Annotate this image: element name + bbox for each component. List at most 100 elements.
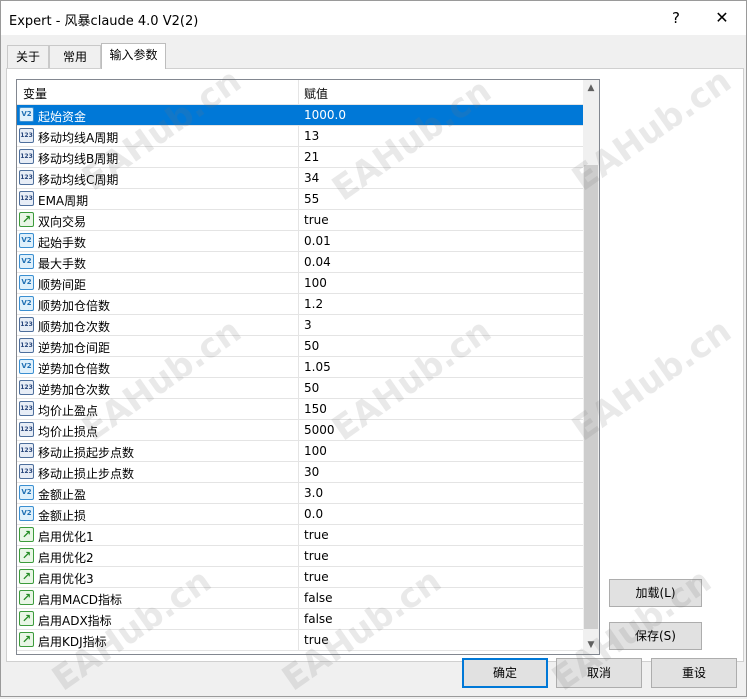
table-row[interactable]: V2 逆势加仓倍数 1.05 bbox=[17, 357, 583, 378]
tab-about[interactable]: 关于 bbox=[7, 45, 49, 68]
icon-glyph: 123 bbox=[20, 174, 33, 181]
variable-cell[interactable]: 123 移动均线B周期 bbox=[17, 147, 299, 167]
variable-cell[interactable]: V2 金额止损 bbox=[17, 504, 299, 524]
variable-cell[interactable]: 123 移动均线A周期 bbox=[17, 126, 299, 146]
table-row[interactable]: 123 均价止盈点 150 bbox=[17, 399, 583, 420]
variable-cell[interactable]: ↗ 启用优化1 bbox=[17, 525, 299, 545]
variable-cell[interactable]: ↗ 启用ADX指标 bbox=[17, 609, 299, 629]
table-row[interactable]: V2 起始手数 0.01 bbox=[17, 231, 583, 252]
value-cell[interactable]: 0.01 bbox=[304, 234, 331, 248]
variable-cell[interactable]: 123 移动止损起步点数 bbox=[17, 441, 299, 461]
vertical-scrollbar[interactable]: ▲ ▼ bbox=[583, 80, 599, 654]
tab-inputs[interactable]: 输入参数 bbox=[101, 43, 166, 69]
icon-glyph: ↗ bbox=[21, 633, 32, 646]
table-row[interactable]: V2 最大手数 0.04 bbox=[17, 252, 583, 273]
boolean-value-icon: ↗ bbox=[19, 611, 34, 626]
value-cell[interactable]: 1000.0 bbox=[304, 108, 346, 122]
table-row[interactable]: 123 均价止损点 5000 bbox=[17, 420, 583, 441]
table-row[interactable]: 123 逆势加仓次数 50 bbox=[17, 378, 583, 399]
value-cell[interactable]: true bbox=[304, 549, 329, 563]
table-row[interactable]: ↗ 启用优化2 true bbox=[17, 546, 583, 567]
table-row[interactable]: 123 移动均线C周期 34 bbox=[17, 168, 583, 189]
value-cell[interactable]: 55 bbox=[304, 192, 319, 206]
value-cell[interactable]: 3.0 bbox=[304, 486, 323, 500]
column-header-value[interactable]: 赋值 bbox=[304, 85, 328, 102]
table-row[interactable]: 123 移动止损止步点数 30 bbox=[17, 462, 583, 483]
load-button[interactable]: 加载(L) bbox=[609, 579, 702, 607]
scroll-thumb[interactable] bbox=[584, 165, 598, 629]
table-row[interactable]: 123 EMA周期 55 bbox=[17, 189, 583, 210]
variable-cell[interactable]: V2 起始手数 bbox=[17, 231, 299, 251]
value-cell[interactable]: 0.04 bbox=[304, 255, 331, 269]
value-cell[interactable]: 100 bbox=[304, 444, 327, 458]
table-row[interactable]: V2 顺势间距 100 bbox=[17, 273, 583, 294]
table-row[interactable]: 123 逆势加仓间距 50 bbox=[17, 336, 583, 357]
table-row[interactable]: V2 起始资金 1000.0 bbox=[17, 105, 583, 126]
variable-cell[interactable]: 123 移动均线C周期 bbox=[17, 168, 299, 188]
value-cell[interactable]: 50 bbox=[304, 381, 319, 395]
variable-cell[interactable]: V2 最大手数 bbox=[17, 252, 299, 272]
scroll-up-arrow[interactable]: ▲ bbox=[583, 80, 599, 97]
table-row[interactable]: ↗ 双向交易 true bbox=[17, 210, 583, 231]
cancel-button[interactable]: 取消 bbox=[556, 658, 642, 688]
boolean-value-icon: ↗ bbox=[19, 569, 34, 584]
table-row[interactable]: ↗ 启用优化1 true bbox=[17, 525, 583, 546]
table-row[interactable]: ↗ 启用优化3 true bbox=[17, 567, 583, 588]
table-row[interactable]: V2 金额止盈 3.0 bbox=[17, 483, 583, 504]
value-cell[interactable]: 0.0 bbox=[304, 507, 323, 521]
table-row[interactable]: 123 移动止损起步点数 100 bbox=[17, 441, 583, 462]
value-cell[interactable]: 30 bbox=[304, 465, 319, 479]
value-cell[interactable]: 150 bbox=[304, 402, 327, 416]
value-cell[interactable]: 100 bbox=[304, 276, 327, 290]
value-cell[interactable]: 21 bbox=[304, 150, 319, 164]
variable-cell[interactable]: 123 逆势加仓间距 bbox=[17, 336, 299, 356]
table-row[interactable]: 123 顺势加仓次数 3 bbox=[17, 315, 583, 336]
column-header-variable[interactable]: 变量 bbox=[23, 85, 47, 102]
value-cell[interactable]: true bbox=[304, 633, 329, 647]
value-cell[interactable]: 1.05 bbox=[304, 360, 331, 374]
variable-cell[interactable]: 123 均价止损点 bbox=[17, 420, 299, 440]
variable-cell[interactable]: ↗ 启用KDJ指标 bbox=[17, 630, 299, 650]
variable-cell[interactable]: V2 逆势加仓倍数 bbox=[17, 357, 299, 377]
column-divider[interactable] bbox=[298, 80, 299, 104]
table-row[interactable]: ↗ 启用ADX指标 false bbox=[17, 609, 583, 630]
scroll-down-arrow[interactable]: ▼ bbox=[583, 637, 599, 654]
value-cell[interactable]: 1.2 bbox=[304, 297, 323, 311]
table-row[interactable]: ↗ 启用KDJ指标 true bbox=[17, 630, 583, 651]
variable-cell[interactable]: 123 EMA周期 bbox=[17, 189, 299, 209]
table-row[interactable]: V2 顺势加仓倍数 1.2 bbox=[17, 294, 583, 315]
variable-cell[interactable]: V2 金额止盈 bbox=[17, 483, 299, 503]
save-button[interactable]: 保存(S) bbox=[609, 622, 702, 650]
variable-cell[interactable]: V2 顺势加仓倍数 bbox=[17, 294, 299, 314]
table-row[interactable]: ↗ 启用MACD指标 false bbox=[17, 588, 583, 609]
help-button[interactable]: ? bbox=[654, 1, 698, 35]
value-cell[interactable]: 50 bbox=[304, 339, 319, 353]
variable-cell[interactable]: ↗ 启用优化3 bbox=[17, 567, 299, 587]
icon-glyph: V2 bbox=[21, 488, 32, 496]
value-cell[interactable]: 13 bbox=[304, 129, 319, 143]
variable-cell[interactable]: V2 起始资金 bbox=[17, 105, 299, 125]
value-cell[interactable]: true bbox=[304, 213, 329, 227]
ok-button[interactable]: 确定 bbox=[462, 658, 548, 688]
tab-common[interactable]: 常用 bbox=[49, 45, 101, 68]
close-button[interactable]: ✕ bbox=[700, 1, 744, 35]
variable-cell[interactable]: ↗ 双向交易 bbox=[17, 210, 299, 230]
value-cell[interactable]: true bbox=[304, 528, 329, 542]
variable-cell[interactable]: 123 均价止盈点 bbox=[17, 399, 299, 419]
table-row[interactable]: 123 移动均线A周期 13 bbox=[17, 126, 583, 147]
value-cell[interactable]: false bbox=[304, 591, 333, 605]
table-row[interactable]: 123 移动均线B周期 21 bbox=[17, 147, 583, 168]
reset-button[interactable]: 重设 bbox=[651, 658, 737, 688]
variable-cell[interactable]: 123 顺势加仓次数 bbox=[17, 315, 299, 335]
table-row[interactable]: V2 金额止损 0.0 bbox=[17, 504, 583, 525]
value-cell[interactable]: 3 bbox=[304, 318, 312, 332]
value-cell[interactable]: 5000 bbox=[304, 423, 335, 437]
value-cell[interactable]: false bbox=[304, 612, 333, 626]
variable-cell[interactable]: 123 移动止损止步点数 bbox=[17, 462, 299, 482]
value-cell[interactable]: true bbox=[304, 570, 329, 584]
variable-cell[interactable]: 123 逆势加仓次数 bbox=[17, 378, 299, 398]
variable-cell[interactable]: V2 顺势间距 bbox=[17, 273, 299, 293]
value-cell[interactable]: 34 bbox=[304, 171, 319, 185]
variable-cell[interactable]: ↗ 启用优化2 bbox=[17, 546, 299, 566]
variable-cell[interactable]: ↗ 启用MACD指标 bbox=[17, 588, 299, 608]
